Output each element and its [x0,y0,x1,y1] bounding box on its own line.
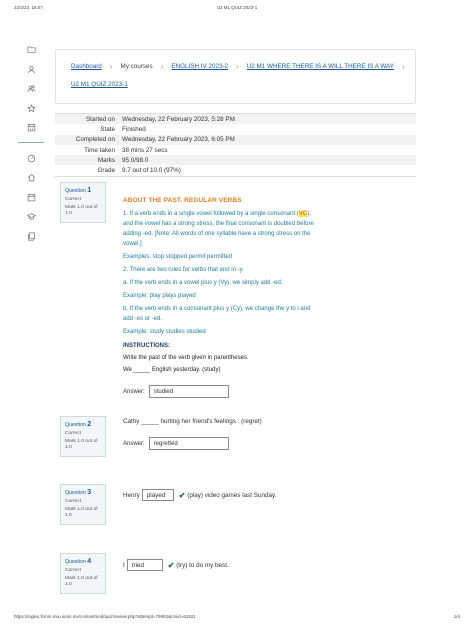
answer-label: Answer: [123,388,145,395]
summary-label: Started on [85,115,115,123]
rule-text: a. If the verb ends in a vowel plus y (V… [123,280,283,286]
breadcrumb-dashboard[interactable]: Dashboard [71,63,102,70]
breadcrumb-row: U2 M1 QUIZ 2023-1 [71,81,128,88]
files-icon[interactable] [18,227,44,247]
question-3-prompt: Henry played ✔ (play) video games last S… [123,489,277,501]
answer-input[interactable]: regretted [148,437,229,450]
summary-label: Marks [97,156,115,164]
instructions-title: INSTRUCTIONS: [123,343,170,349]
question-grade: Mark 1.0 out of 1.0 [65,205,98,216]
summary-value: Wednesday, 22 February 2023, 6:05 PM [122,136,235,144]
calendar-icon[interactable] [18,118,44,138]
breadcrumb-separator: › [401,61,405,71]
question-info-1: Question 1 Correct Mark 1.0 out of 1.0 [60,182,106,223]
question-1-content: ABOUT THE PAST. REGULAR VERBS 1. If a ve… [114,189,414,403]
breadcrumb-course[interactable]: ENGLISH IV 2023-2 [171,63,228,70]
rule-text: b. If the verb ends in a consonant plus … [123,306,311,312]
question-number: Question 3 [65,489,92,496]
print-footer: https://ingles.fcmm.ma.unam.mx/cursos/mo… [14,614,460,622]
rule-text: vowel.] [123,241,142,247]
rule-text: adding -ed. [Note: All words of one syll… [123,231,311,237]
question-number: Question 4 [65,558,92,565]
question-prompt: We _____ English yesterday. (study) [123,367,221,373]
breadcrumb-quiz[interactable]: U2 M1 QUIZ 2023-1 [71,81,128,88]
breadcrumb-row: Dashboard › My courses › ENGLISH IV 2023… [71,61,413,71]
question-state: Correct [65,197,82,202]
question-info-3: Question 3 Correct Mark 1.0 out of 1.0 [60,484,106,525]
check-icon: ✔ [178,490,186,500]
question-4-prompt: I tried ✔ (try) to do my best. [123,559,229,571]
instructions-text: Write the past of the verb given in pare… [123,355,249,361]
question-state: Correct [65,431,82,436]
answer-row: Answer: studied [123,385,229,398]
question-state: Correct [65,568,82,573]
summary-value: Wednesday, 22 February 2023, 5:28 PM [122,115,235,123]
summary-value: 38 mins 27 secs [122,146,168,154]
summary-row-grade: Grade 9.7 out of 10.0 (97%) [55,165,416,175]
answer-input[interactable]: studied [148,385,229,398]
gauge-icon[interactable] [18,149,44,169]
question-info-2: Question 2 Correct Mark 1.0 out of 1.0 [60,416,106,457]
graduation-cap-icon[interactable] [18,207,44,227]
breadcrumb: Dashboard › My courses › ENGLISH IV 2023… [55,49,416,104]
home-icon[interactable] [18,168,44,188]
summary-value: Finished [122,125,146,133]
quiz-summary-table: Started on Wednesday, 22 February 2023, … [55,113,416,177]
breadcrumb-separator: › [109,61,113,71]
users-icon[interactable] [18,79,44,99]
summary-value: 95.0/98.0 [122,156,149,164]
section-title: ABOUT THE PAST. REGULAR VERBS [123,197,242,204]
summary-label: Grade [97,167,115,175]
question-grade: Mark 1.0 out of 1.0 [65,507,98,518]
answer-select[interactable]: played [141,489,174,501]
star-icon[interactable] [18,99,44,119]
question-2-prompt: Cathy _____ hurting her friend's feeling… [123,418,262,425]
summary-label: Completed on [75,136,115,144]
summary-value: 9.7 out of 10.0 (97%) [122,167,181,175]
question-number: Question 1 [65,187,92,194]
nav-drawer [18,40,44,246]
rule-text: add -es or -ed. [123,316,163,322]
summary-row-started: Started on Wednesday, 22 February 2023, … [55,114,416,125]
question-2-answer-row: Answer: regretted [123,437,229,450]
breadcrumb-module[interactable]: U2 M1 WHERE THERE IS A WILL THERE IS A W… [247,63,394,70]
question-state: Correct [65,499,82,504]
question-grade: Mark 1.0 out of 1.0 [65,576,98,587]
summary-label: State [100,125,115,133]
print-page-number: 1/4 [453,614,460,619]
check-icon: ✔ [167,560,175,570]
question-number: Question 2 [65,421,92,428]
breadcrumb-separator: › [236,61,239,71]
question-info-4: Question 4 Correct Mark 1.0 out of 1.0 [60,553,106,594]
folder-icon[interactable] [18,40,44,60]
rule-text: 2. There are two rules for verbs that en… [123,267,244,273]
calendar-icon[interactable] [18,188,44,208]
summary-row-state: State Finished [55,124,416,134]
summary-row-time-taken: Time taken 38 mins 27 secs [55,145,416,155]
breadcrumb-separator: › [160,61,164,71]
print-page-title: U2 M1 QUIZ 2023-1 [216,5,258,10]
example-text: Example: study studies studied [123,329,206,335]
print-url: https://ingles.fcmm.ma.unam.mx/cursos/mo… [14,614,196,619]
question-grade: Mark 1.0 out of 1.0 [65,439,98,450]
print-header: 22/2/23, 18:07 U2 M1 QUIZ 2023-1 [14,5,460,13]
rule-text: 1. If a verb ends in a single vowel foll… [123,211,311,217]
nav-divider [18,141,44,143]
example-text: Examples: stop stopped permit permitted [123,254,233,260]
user-icon[interactable] [18,60,44,80]
breadcrumb-my-courses[interactable]: My courses [120,63,152,70]
summary-label: Time taken [84,146,115,154]
summary-row-marks: Marks 95.0/98.0 [55,155,416,166]
rule-text: and the vowel has a strong stress, the f… [123,221,314,227]
example-text: Example: play plays played [123,293,196,299]
summary-row-completed: Completed on Wednesday, 22 February 2023… [55,134,416,145]
answer-label: Answer: [123,440,145,447]
answer-select[interactable]: tried [126,559,163,571]
